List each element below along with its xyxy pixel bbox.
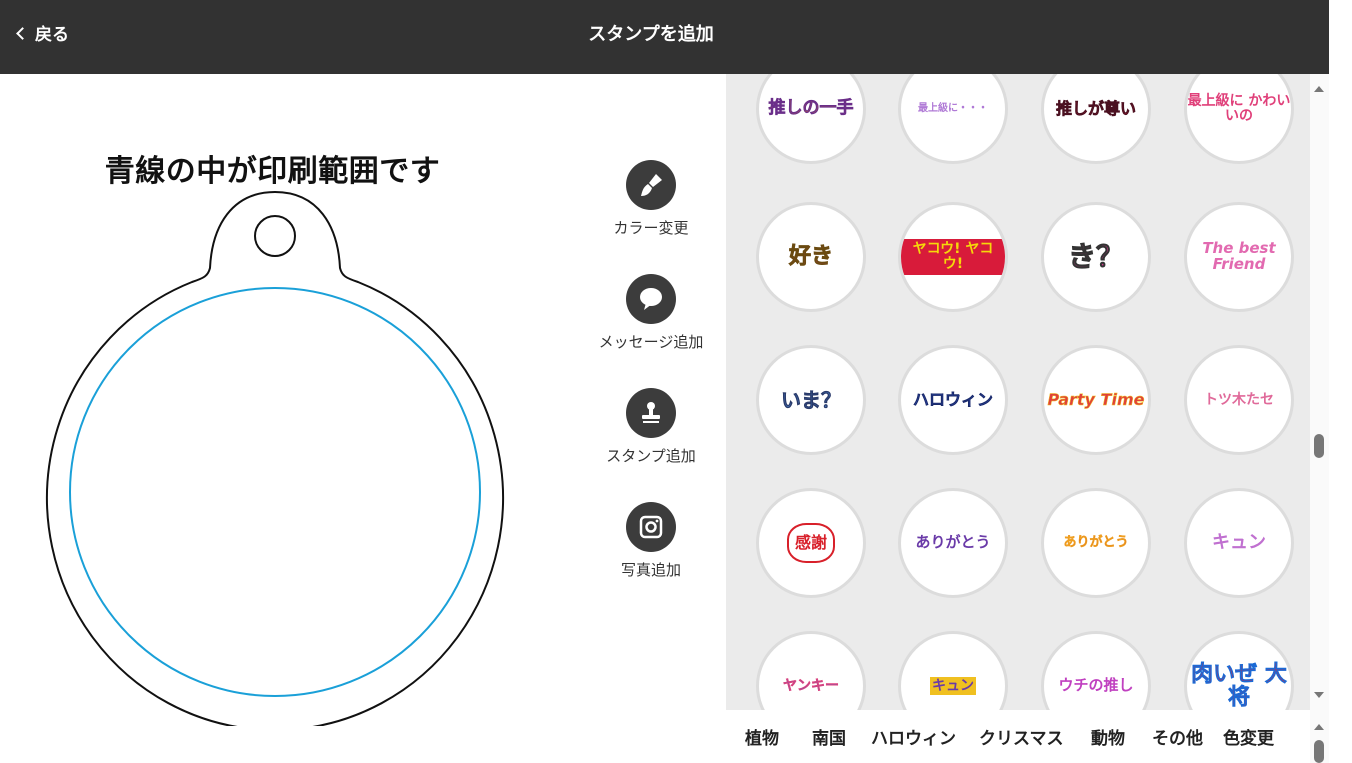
category-scrollbar[interactable] — [1310, 710, 1329, 763]
stamp-item[interactable]: ハロウィン — [898, 345, 1008, 455]
add-message-label: メッセージ追加 — [598, 333, 704, 351]
stamp-item[interactable]: キュン — [898, 631, 1008, 710]
stamp-grid: 推しの一手 最上級に・・・ 推しが尊い 最上級に かわいいの 好き ヤコウ! ヤ… — [726, 74, 1310, 710]
stamp-item[interactable]: 最上級に かわいいの — [1184, 74, 1294, 164]
stamp-item[interactable]: トツ木たセ — [1184, 345, 1294, 455]
category-bar: 植物 南国 ハロウィン クリスマス 動物 その他 色変更 — [726, 710, 1310, 763]
keychain-shape[interactable] — [40, 186, 510, 726]
stamp-item[interactable]: 肉いぜ 大将 — [1184, 631, 1294, 710]
category-color-change[interactable]: 色変更 — [1223, 724, 1274, 749]
color-change-tool[interactable]: カラー変更 — [590, 160, 712, 238]
stamp-item[interactable]: いま？ — [756, 345, 866, 455]
stamp-item[interactable]: 推しが尊い — [1041, 74, 1151, 164]
category-plants[interactable]: 植物 — [745, 724, 779, 749]
category-other[interactable]: その他 — [1152, 724, 1203, 749]
stamp-item[interactable]: ヤコウ! ヤコウ! — [898, 202, 1008, 312]
paint-brush-icon — [626, 160, 676, 210]
add-stamp-label: スタンプ追加 — [606, 447, 696, 465]
scroll-up-arrow[interactable] — [1314, 724, 1324, 730]
stamp-item[interactable]: ありがとう — [898, 488, 1008, 598]
color-change-label: カラー変更 — [613, 219, 689, 237]
stamp-scrollbar[interactable] — [1310, 74, 1329, 710]
stamp-item[interactable]: 推しの一手 — [756, 74, 866, 164]
right-margin — [1329, 0, 1352, 763]
category-christmas[interactable]: クリスマス — [979, 724, 1064, 749]
page-title: スタンプを追加 — [588, 24, 714, 45]
camera-icon — [626, 502, 676, 552]
print-area-caption: 青線の中が印刷範囲です — [104, 154, 441, 189]
stamp-item[interactable]: Party Time — [1041, 345, 1151, 455]
add-photo-label: 写真追加 — [620, 561, 681, 579]
scroll-thumb[interactable] — [1314, 740, 1324, 763]
stamp-item[interactable]: ウチの推し — [1041, 631, 1151, 710]
top-bar: 戻る スタンプを追加 — [0, 0, 1329, 74]
scroll-down-arrow[interactable] — [1314, 692, 1324, 698]
stamp-item[interactable]: 最上級に・・・ — [898, 74, 1008, 164]
add-stamp-tool[interactable]: スタンプ追加 — [590, 388, 712, 466]
stamp-item[interactable]: ヤンキー — [756, 631, 866, 710]
stamp-item[interactable]: ありがとう — [1041, 488, 1151, 598]
category-tropical[interactable]: 南国 — [812, 724, 846, 749]
scroll-thumb[interactable] — [1314, 434, 1324, 458]
stamp-icon — [626, 388, 676, 438]
add-photo-tool[interactable]: 写真追加 — [590, 502, 712, 580]
add-message-tool[interactable]: メッセージ追加 — [590, 274, 712, 352]
keychain-outline — [46, 190, 504, 726]
key-ring-hole — [254, 215, 296, 257]
stamp-item[interactable]: The best Friend — [1184, 202, 1294, 312]
stamp-item[interactable]: 好き — [756, 202, 866, 312]
speech-bubble-icon — [626, 274, 676, 324]
category-animals[interactable]: 動物 — [1091, 724, 1125, 749]
scroll-up-arrow[interactable] — [1314, 86, 1324, 92]
stamp-item[interactable]: 感謝 — [756, 488, 866, 598]
stamp-item[interactable]: き？ — [1041, 202, 1151, 312]
category-halloween[interactable]: ハロウィン — [871, 724, 956, 749]
stamp-item[interactable]: キュン — [1184, 488, 1294, 598]
